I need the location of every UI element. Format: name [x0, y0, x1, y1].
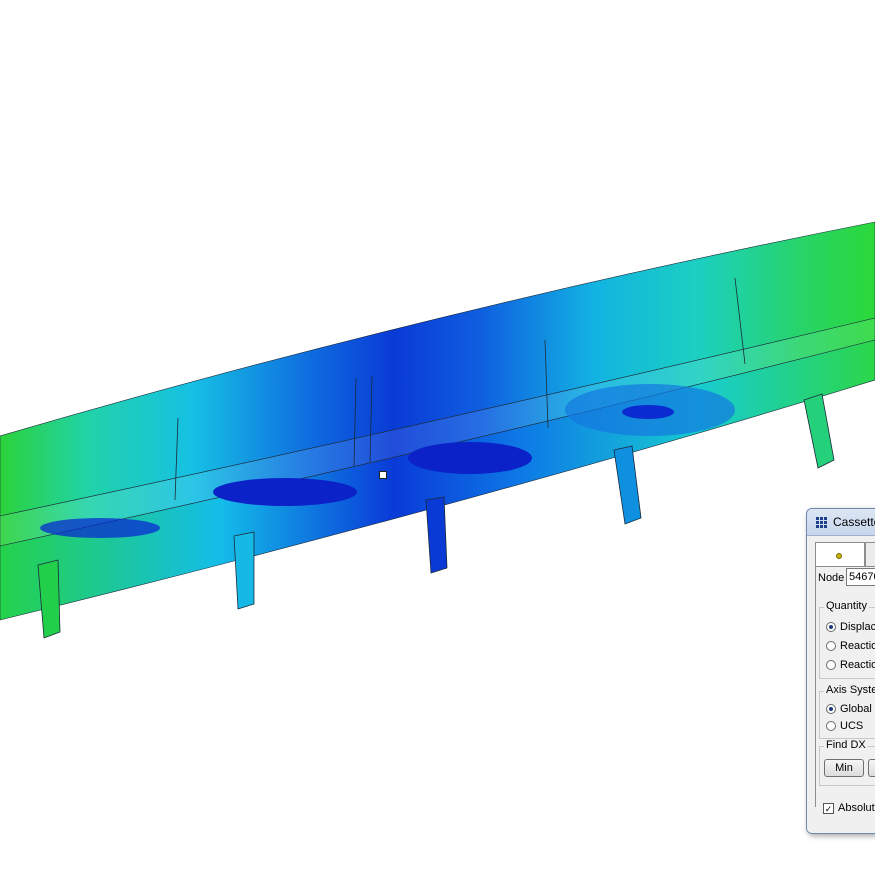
quantity-option-label: Reaction [840, 659, 875, 671]
dialog-client: Node Quantity Displace Reaction Reaction… [807, 536, 875, 833]
find-max-button[interactable] [868, 759, 875, 777]
contour-pocket [213, 478, 357, 506]
quantity-option-label: Reaction [840, 640, 875, 652]
beam-stiffener [613, 445, 642, 525]
beam-stiffener [233, 531, 255, 610]
find-group-title: Find DX [824, 739, 868, 751]
axis-option-ucs[interactable]: UCS [826, 720, 863, 732]
axis-option-label: Global [840, 703, 872, 715]
quantity-option-label: Displace [840, 621, 875, 633]
quantity-group: Quantity Displace Reaction Reaction [819, 600, 875, 679]
radio-button[interactable] [826, 641, 836, 651]
radio-button[interactable] [826, 660, 836, 670]
absolute-label: Absolute [838, 802, 875, 814]
cassette-app-icon [815, 516, 827, 528]
dialog-title: Cassette [833, 515, 875, 529]
dialog-titlebar[interactable]: Cassette [807, 509, 875, 536]
tab-node[interactable] [815, 542, 865, 567]
beam-stiffener [803, 393, 835, 469]
node-input[interactable] [846, 568, 875, 586]
radio-button[interactable] [826, 721, 836, 731]
find-min-button[interactable]: Min [824, 759, 864, 777]
absolute-checkbox[interactable]: ✓ [823, 802, 834, 814]
contour-pocket [622, 405, 674, 419]
model-viewport[interactable] [0, 0, 875, 875]
quantity-option-reaction-2[interactable]: Reaction [826, 659, 875, 671]
absolute-checkbox-row[interactable]: ✓ Absolute [823, 802, 875, 814]
tab-second[interactable] [865, 542, 875, 567]
quantity-option-displacement[interactable]: Displace [826, 621, 875, 633]
node-dot-icon [836, 553, 842, 559]
contour-pocket [408, 442, 532, 474]
quantity-option-reaction-1[interactable]: Reaction [826, 640, 875, 652]
beam-model [0, 221, 875, 639]
selection-marker-icon [379, 471, 387, 479]
radio-button[interactable] [826, 622, 836, 632]
beam-stiffener [425, 496, 448, 574]
axis-option-label: UCS [840, 720, 864, 732]
axis-system-group-title: Axis Syste [824, 684, 875, 696]
find-group: Find DX Min [819, 739, 875, 786]
axis-option-global[interactable]: Global [826, 703, 872, 715]
radio-button[interactable] [826, 704, 836, 714]
beam-stiffener [37, 559, 61, 639]
axis-system-group: Axis Syste Global UCS [819, 684, 875, 739]
swap-arrows-icon[interactable]: ⇔ [820, 832, 834, 833]
node-label: Node [818, 572, 845, 584]
contour-pocket [40, 518, 160, 538]
quantity-group-title: Quantity [824, 600, 869, 612]
cassette-dialog[interactable]: Cassette Node Quantity Displace Reaction… [806, 508, 875, 834]
tab-strip [815, 542, 875, 567]
